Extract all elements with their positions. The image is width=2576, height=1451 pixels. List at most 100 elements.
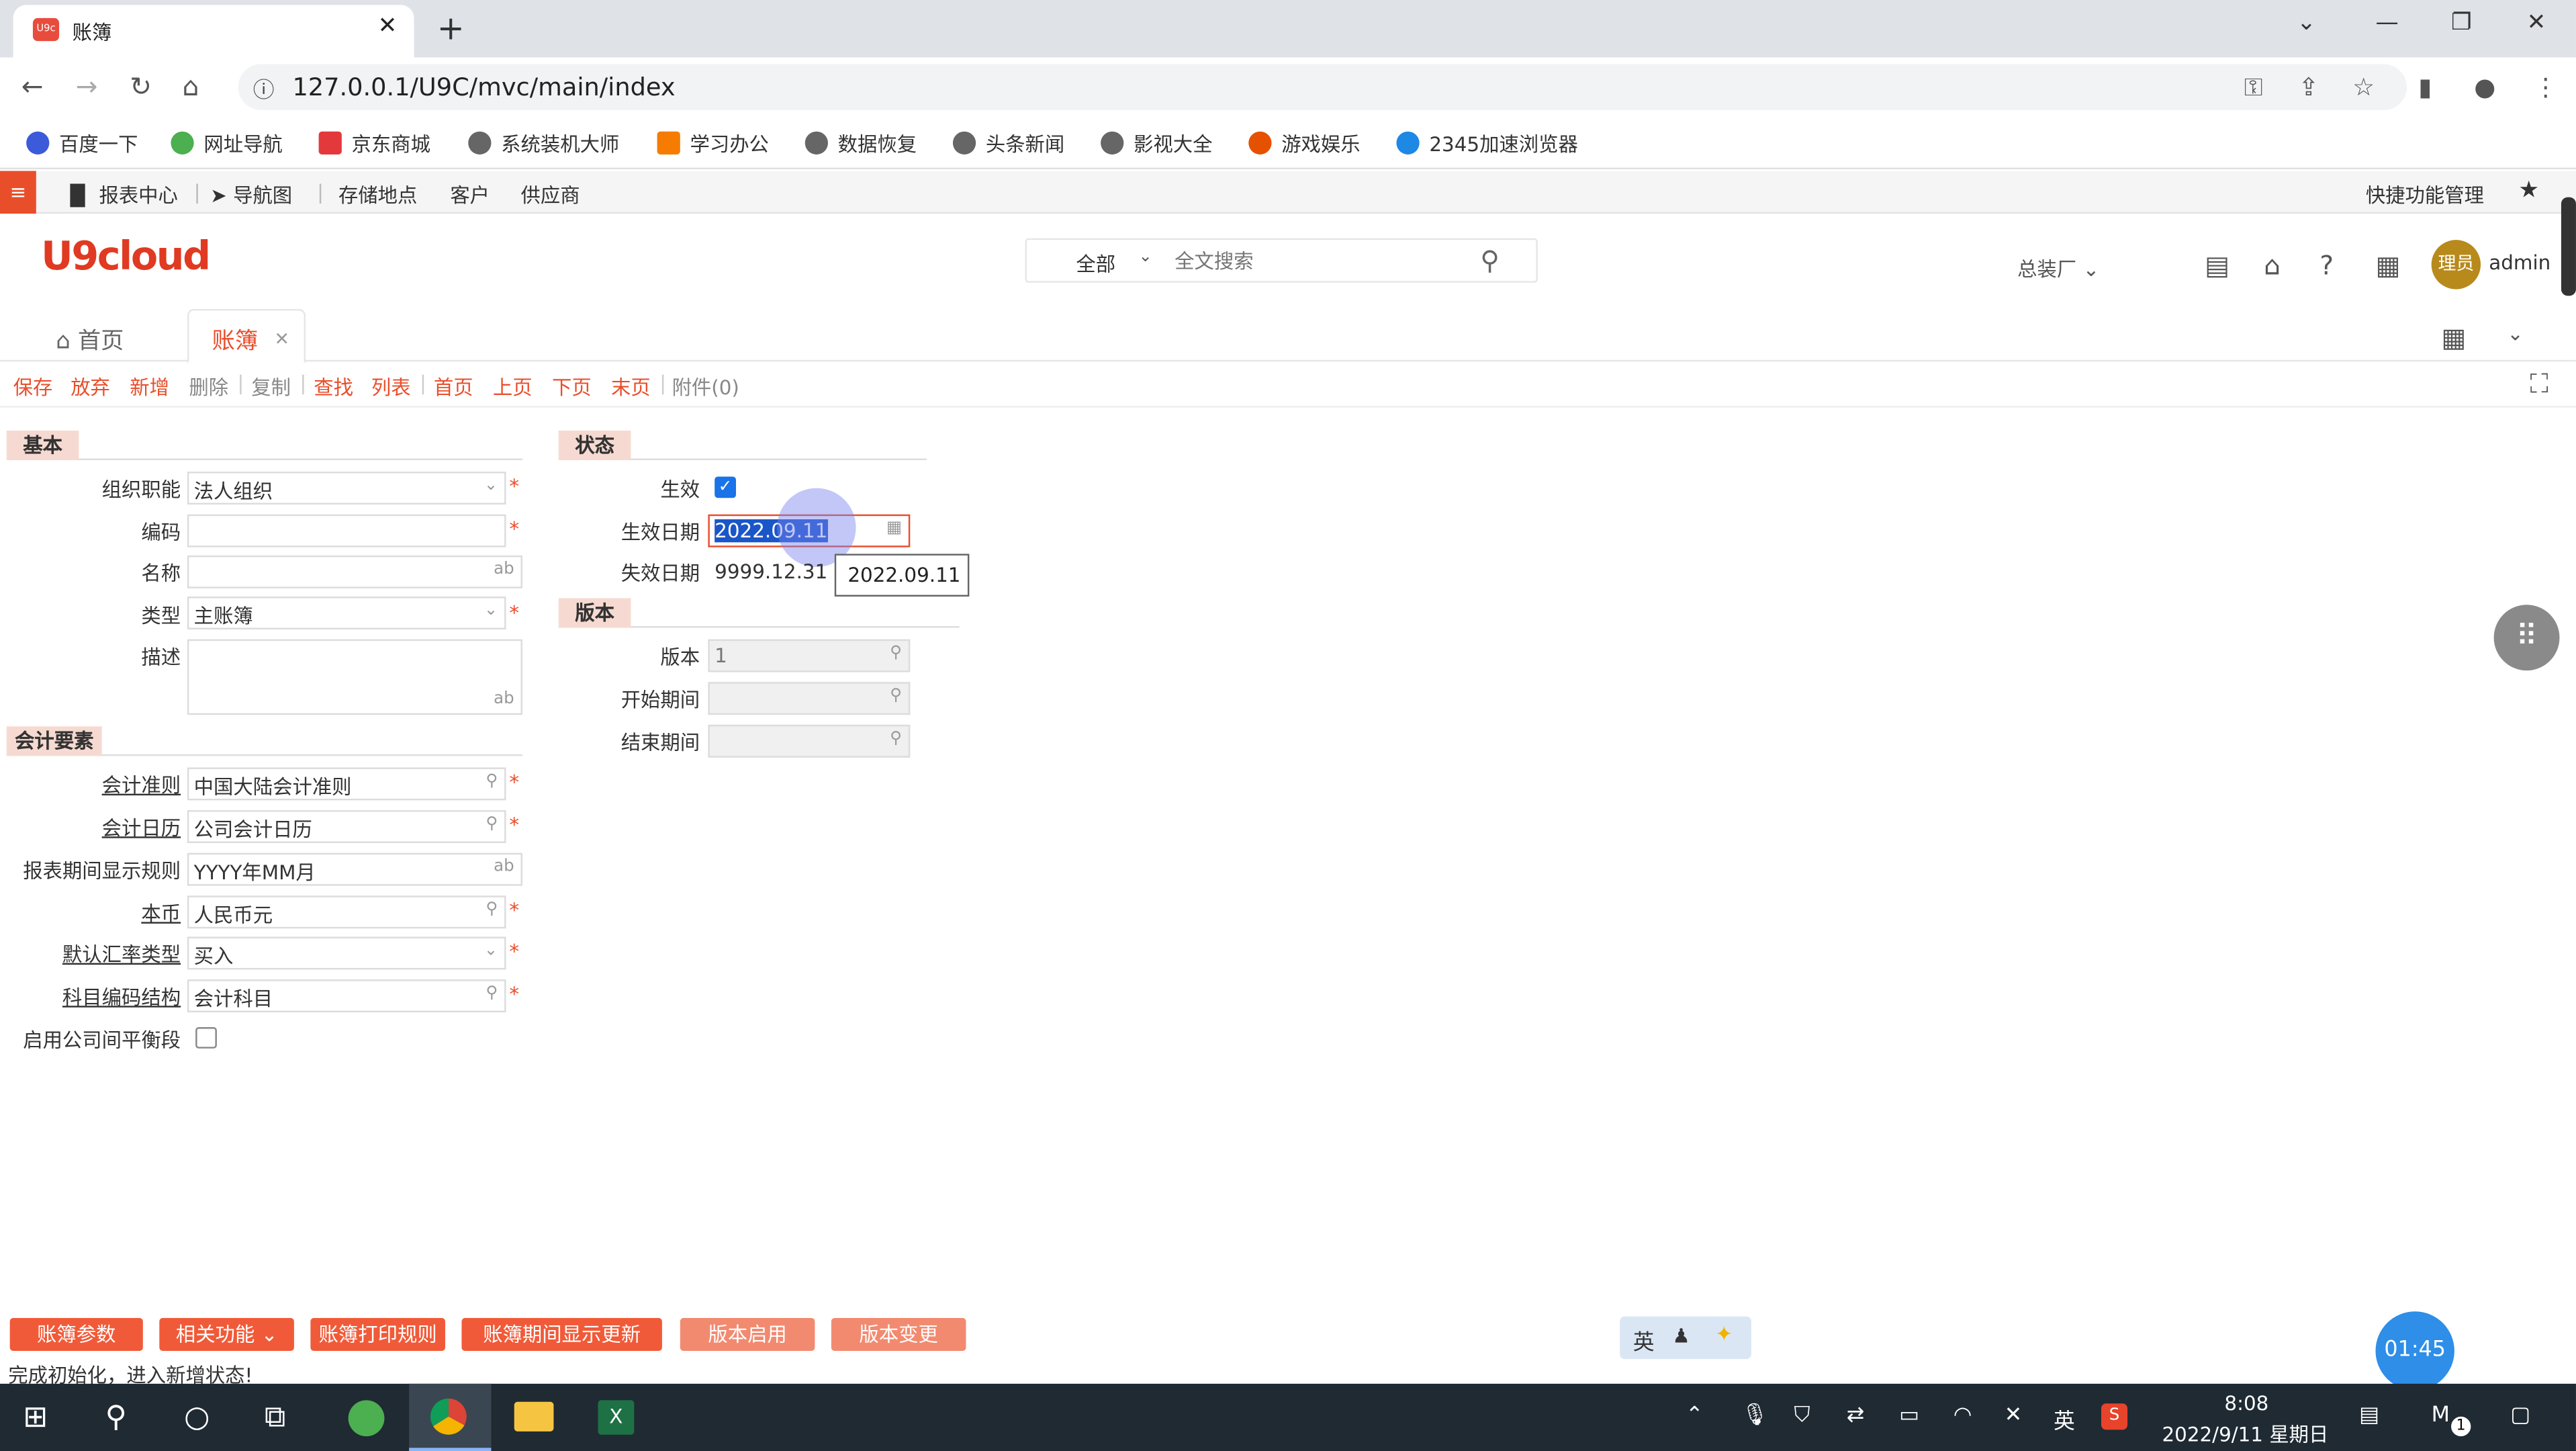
help-icon[interactable]: ? — [2319, 250, 2334, 281]
excel-icon[interactable]: X — [598, 1400, 635, 1435]
ime-lang[interactable]: 英 — [1633, 1325, 1655, 1356]
restore-icon[interactable]: ❐ — [2451, 10, 2472, 36]
list-button[interactable]: 列表 — [371, 373, 411, 401]
menu-icon[interactable]: ≡ — [0, 171, 36, 214]
search-icon[interactable]: ⚲ — [486, 901, 498, 919]
desc-textarea[interactable]: ab — [187, 639, 522, 715]
user-name[interactable]: admin — [2489, 251, 2550, 274]
currency-field[interactable]: 人民币元 ⚲ — [187, 895, 506, 929]
grid-icon[interactable]: ▦ — [2441, 322, 2466, 353]
standard-field[interactable]: 中国大陆会计准则 ⚲ — [187, 767, 506, 801]
copy-button[interactable]: 复制 — [251, 373, 291, 401]
name-field[interactable]: ab — [187, 555, 522, 588]
period-rule-field[interactable]: YYYY年MM月 ab — [187, 852, 522, 886]
ime-skin-icon[interactable]: ✦ — [1715, 1323, 1733, 1348]
bookmark-item[interactable]: 网址导航 — [171, 130, 283, 158]
standard-label[interactable]: 会计准则 — [102, 771, 181, 799]
version-change-button[interactable]: 版本变更 — [831, 1318, 966, 1351]
rate-type-select[interactable]: 买入 ⌄ — [187, 936, 506, 970]
bookmark-item[interactable]: 影视大全 — [1101, 130, 1212, 158]
notification-icon[interactable]: ▤ — [2359, 1403, 2379, 1428]
calendar-icon[interactable]: ▦ — [886, 519, 902, 537]
customer-link[interactable]: 客户 — [450, 181, 490, 209]
clock-time[interactable]: 8:08 — [2224, 1392, 2268, 1415]
learning-icon[interactable]: ⌂ — [2264, 250, 2281, 281]
bookmark-item[interactable]: 头条新闻 — [952, 130, 1064, 158]
code-field[interactable] — [187, 514, 506, 547]
nav-map-link[interactable]: ➤ 导航图 — [210, 181, 292, 209]
currency-label[interactable]: 本币 — [141, 899, 181, 927]
bookmark-item[interactable]: 百度一下 — [26, 130, 138, 158]
storage-link[interactable]: 存储地点 — [338, 181, 417, 209]
transfer-icon[interactable]: ⇄ — [1847, 1403, 1865, 1428]
new-tab-icon[interactable]: + — [437, 8, 465, 48]
expire-date-value[interactable]: 9999.12.31 — [715, 560, 827, 583]
add-button[interactable]: 新增 — [130, 373, 169, 401]
minimize-icon[interactable]: — — [2375, 10, 2398, 36]
fullscreen-icon[interactable]: ⛶ — [2530, 368, 2548, 401]
home-icon[interactable]: ⌂ — [183, 71, 199, 101]
folder-icon[interactable] — [514, 1401, 554, 1432]
org-selector[interactable]: 总装厂 ⌄ — [2017, 255, 2099, 283]
find-button[interactable]: 查找 — [314, 373, 353, 401]
windows-start-icon[interactable]: ⊞ — [23, 1400, 48, 1434]
save-button[interactable]: 保存 — [13, 373, 53, 401]
reload-icon[interactable]: ↻ — [130, 71, 152, 101]
more-icon[interactable]: ⋮ — [2533, 73, 2558, 102]
supplier-link[interactable]: 供应商 — [521, 181, 580, 209]
calendar-label[interactable]: 会计日历 — [102, 814, 181, 842]
search-icon[interactable]: ⚲ — [1480, 245, 1500, 276]
search-scope[interactable]: 全部 — [1076, 250, 1115, 278]
chevron-up-icon[interactable]: ⌃ — [1686, 1403, 1704, 1428]
search-icon[interactable]: ⚲ — [486, 984, 498, 1002]
timer-badge[interactable]: 01:45 — [2375, 1311, 2454, 1391]
message-icon[interactable]: ▤ — [2205, 250, 2229, 281]
shield-icon[interactable]: ⛉ — [1794, 1403, 1810, 1428]
rate-type-label[interactable]: 默认汇率类型 — [62, 940, 181, 968]
avatar[interactable]: 理员 — [2431, 240, 2481, 290]
chevron-down-icon[interactable]: ⌄ — [1138, 248, 1152, 266]
battery-icon[interactable]: ▭ — [1899, 1403, 1919, 1428]
sidebar-icon[interactable]: ▮ — [2418, 73, 2432, 102]
scrollbar[interactable] — [2561, 197, 2576, 296]
close-icon[interactable]: ✕ — [378, 13, 398, 40]
print-rule-button[interactable]: 账簿打印规则 — [310, 1318, 445, 1351]
intercompany-checkbox[interactable] — [195, 1027, 217, 1049]
chrome-taskbar-item[interactable] — [409, 1383, 492, 1451]
info-icon[interactable]: ⓘ — [253, 73, 275, 103]
apps-icon[interactable]: ⠿ — [2493, 605, 2560, 671]
bookmark-item[interactable]: 学习办公 — [657, 130, 769, 158]
volume-muted-icon[interactable]: ✕ — [2005, 1403, 2023, 1428]
bookmark-item[interactable]: 2345加速浏览器 — [1396, 130, 1578, 158]
window-close-icon[interactable]: ✕ — [2527, 10, 2546, 36]
quick-func-link[interactable]: 快捷功能管理 — [2366, 181, 2484, 209]
tab-home[interactable]: ⌂ 首页 — [56, 324, 124, 357]
effective-checkbox[interactable]: ✓ — [715, 476, 736, 498]
key-icon[interactable]: ⚿ — [2244, 73, 2263, 102]
first-page-button[interactable]: 首页 — [434, 373, 473, 401]
action-center-icon[interactable]: ▢ — [2510, 1403, 2530, 1428]
version-enable-button[interactable]: 版本启用 — [680, 1318, 815, 1351]
next-page-button[interactable]: 下页 — [552, 373, 592, 401]
share-icon[interactable]: ⇪ — [2299, 73, 2319, 102]
chevron-down-icon[interactable]: ⌄ — [2507, 322, 2524, 345]
search-input[interactable] — [1175, 246, 1471, 276]
browser-tab[interactable]: U9c 账簿 ✕ — [13, 5, 414, 58]
cortana-icon[interactable]: ○ — [184, 1400, 210, 1434]
org-select[interactable]: 法人组织 ⌄ — [187, 472, 506, 505]
sogou-icon[interactable]: S — [2101, 1403, 2128, 1430]
type-select[interactable]: 主账簿 ⌄ — [187, 597, 506, 629]
bookmark-item[interactable]: 游戏娱乐 — [1248, 130, 1361, 158]
period-update-button[interactable]: 账簿期间显示更新 — [461, 1318, 662, 1351]
star-icon[interactable]: ★ — [2518, 177, 2539, 204]
wifi-icon[interactable]: ◠ — [1953, 1403, 1972, 1428]
bookmark-item[interactable]: 系统装机大师 — [468, 130, 619, 158]
ime-indicator[interactable]: 英 — [2054, 1403, 2075, 1435]
task-view-icon[interactable]: ⧉ — [265, 1400, 285, 1434]
browser-2345-icon[interactable] — [348, 1400, 385, 1437]
search-icon[interactable]: ⚲ — [486, 815, 498, 833]
back-icon[interactable]: ← — [21, 71, 44, 101]
calendar-field[interactable]: 公司会计日历 ⚲ — [187, 810, 506, 844]
delete-button[interactable]: 删除 — [189, 373, 228, 401]
last-page-button[interactable]: 末页 — [611, 373, 651, 401]
